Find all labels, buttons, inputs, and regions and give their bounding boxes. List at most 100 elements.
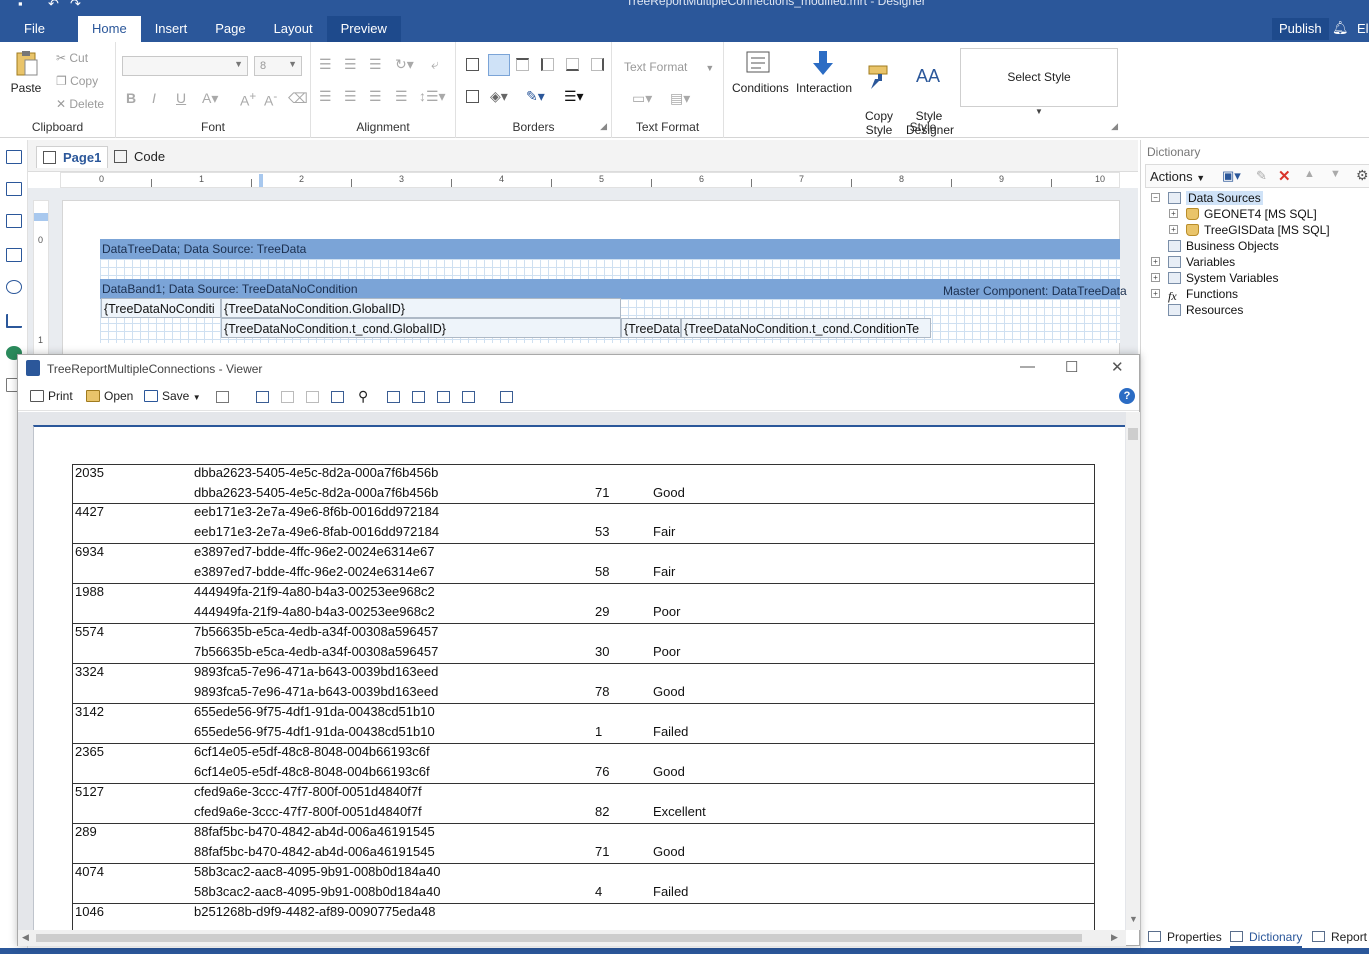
format-options-icon[interactable]: ▤▾ xyxy=(670,90,690,107)
scroll-thumb[interactable] xyxy=(1128,428,1138,440)
find-icon[interactable]: ⚲ xyxy=(358,388,368,405)
text-format-icon[interactable]: ▭▾ xyxy=(632,90,652,107)
shape-tool-icon[interactable] xyxy=(6,280,22,294)
copy-button[interactable]: ❐ Copy xyxy=(56,74,98,88)
menu-file[interactable]: File xyxy=(0,16,66,42)
tree-geonet[interactable]: + GEONET4 [MS SQL] xyxy=(1169,207,1317,221)
page-setup-icon[interactable] xyxy=(500,391,513,403)
tree-variables[interactable]: + Variables xyxy=(1151,255,1235,269)
tree-band-body[interactable] xyxy=(100,259,1120,279)
redo-icon[interactable]: ↷ xyxy=(70,0,81,12)
clear-format-icon[interactable]: ⌫ xyxy=(288,90,308,107)
tab-dictionary[interactable]: Dictionary xyxy=(1230,930,1303,948)
band-tool-icon[interactable] xyxy=(6,182,22,196)
field-treedata-1[interactable]: {TreeDataNoConditi xyxy=(101,298,221,318)
font-color-icon[interactable]: A▾ xyxy=(202,90,218,107)
bookmarks-icon[interactable] xyxy=(256,391,269,403)
menu-insert[interactable]: Insert xyxy=(141,16,202,42)
bold-icon[interactable]: B xyxy=(126,90,136,106)
parameters-icon[interactable] xyxy=(281,391,294,403)
border-sides-icon[interactable] xyxy=(466,90,479,103)
align-middle-icon[interactable]: ☰ xyxy=(344,56,357,73)
expand-icon[interactable]: + xyxy=(1169,209,1178,218)
undo-icon[interactable]: ↶ xyxy=(48,0,59,12)
font-size-combo[interactable]: 8 ▼ xyxy=(254,56,302,76)
word-wrap-icon[interactable]: ⤶ xyxy=(431,56,439,73)
scroll-right-icon[interactable]: ▶ xyxy=(1111,932,1118,943)
field-condition-text[interactable]: {TreeDataNoCondition.t_cond.ConditionTe xyxy=(681,318,931,338)
tab-page1[interactable]: Page1 xyxy=(36,146,108,168)
fill-color-icon[interactable]: ◈▾ xyxy=(490,88,508,105)
continuous-icon[interactable] xyxy=(437,391,450,403)
rotate-text-icon[interactable]: ↻▾ xyxy=(395,56,414,73)
menu-page[interactable]: Page xyxy=(201,16,259,42)
style-dialog-icon[interactable]: ◢ xyxy=(1111,121,1118,132)
new-item-icon[interactable]: ▣▾ xyxy=(1222,168,1241,184)
border-right-icon[interactable] xyxy=(591,58,604,71)
tree-resources[interactable]: Resources xyxy=(1168,303,1243,317)
tree-business-objects[interactable]: Business Objects xyxy=(1168,239,1279,253)
vertical-scrollbar[interactable]: ▼ xyxy=(1126,412,1140,930)
move-down-icon[interactable]: ▼ xyxy=(1330,168,1341,180)
align-bottom-icon[interactable]: ☰ xyxy=(369,56,382,73)
publish-button[interactable]: Publish xyxy=(1272,18,1329,40)
horizontal-scrollbar[interactable]: ◀ ▶ xyxy=(18,930,1126,946)
scroll-thumb[interactable] xyxy=(36,934,1082,942)
collapse-icon[interactable]: − xyxy=(1151,193,1160,202)
text-format-combo[interactable]: Text Format ▼ xyxy=(624,60,714,74)
edit-icon[interactable]: ✎ xyxy=(1256,168,1267,184)
border-style-icon[interactable]: ☰▾ xyxy=(564,88,584,105)
delete-button[interactable]: ✕ Delete xyxy=(56,97,104,111)
text-tool-icon[interactable] xyxy=(6,150,22,164)
conditions-button[interactable]: Conditions xyxy=(732,48,789,95)
print-button[interactable]: Print xyxy=(30,389,73,403)
font-name-combo[interactable]: ▼ xyxy=(122,56,248,76)
field-globalid[interactable]: {TreeDataNoCondition.GlobalID} xyxy=(221,298,621,318)
shrink-font-icon[interactable]: A- xyxy=(264,90,277,109)
border-left-icon[interactable] xyxy=(541,58,554,71)
cross-band-icon[interactable] xyxy=(6,248,22,262)
cut-button[interactable]: ✂ Cut xyxy=(56,51,88,65)
border-color-icon[interactable]: ✎▾ xyxy=(526,88,545,105)
actions-button[interactable]: Actions ▼ xyxy=(1150,169,1205,184)
open-button[interactable]: Open xyxy=(86,389,133,403)
expand-icon[interactable]: + xyxy=(1169,225,1178,234)
scroll-down-icon[interactable]: ▼ xyxy=(1129,914,1138,924)
close-icon[interactable]: ✕ xyxy=(1111,358,1124,376)
tree-treegis[interactable]: + TreeGISData [MS SQL] xyxy=(1169,223,1330,237)
tree-band-header[interactable]: DataTreeData; Data Source: TreeData xyxy=(100,239,1120,259)
align-center-icon[interactable]: ☰ xyxy=(344,88,357,105)
expand-icon[interactable]: + xyxy=(1151,273,1160,282)
delete-icon[interactable]: ✕ xyxy=(1278,167,1291,185)
multiple-pages-icon[interactable] xyxy=(462,391,475,403)
menu-layout[interactable]: Layout xyxy=(260,16,327,42)
minimize-icon[interactable]: — xyxy=(1020,358,1035,375)
send-email-icon[interactable] xyxy=(216,391,229,403)
help-icon[interactable]: ? xyxy=(1119,388,1135,404)
field-treedata-2[interactable]: {TreeData xyxy=(621,318,681,338)
paste-button[interactable]: Paste xyxy=(8,48,44,95)
select-style-box[interactable]: Select Style ▼ xyxy=(960,48,1118,116)
vruler-marker[interactable] xyxy=(34,213,48,221)
editor-icon[interactable] xyxy=(331,391,344,403)
align-left-icon[interactable]: ☰ xyxy=(319,88,332,105)
grow-font-icon[interactable]: A+ xyxy=(240,90,256,109)
save-button[interactable]: Save ▼ xyxy=(144,389,201,403)
border-all-icon[interactable] xyxy=(466,58,479,71)
save-icon[interactable]: ▪ xyxy=(18,0,23,11)
chart-tool-icon[interactable] xyxy=(6,314,22,328)
table-tool-icon[interactable] xyxy=(6,214,22,228)
border-top-icon[interactable] xyxy=(516,58,529,71)
underline-icon[interactable]: U xyxy=(176,90,186,106)
justify-icon[interactable]: ☰ xyxy=(395,88,408,105)
ruler-marker[interactable] xyxy=(259,174,263,187)
single-page-icon[interactable] xyxy=(412,391,425,403)
align-right-icon[interactable]: ☰ xyxy=(369,88,382,105)
expand-icon[interactable]: + xyxy=(1151,257,1160,266)
align-top-icon[interactable]: ☰ xyxy=(319,56,332,73)
menu-home[interactable]: Home xyxy=(78,16,141,42)
full-screen-icon[interactable] xyxy=(387,391,400,403)
bell-icon[interactable]: 🔔︎ xyxy=(1332,20,1349,36)
move-up-icon[interactable]: ▲ xyxy=(1304,168,1315,180)
tree-functions[interactable]: + fx Functions xyxy=(1151,287,1238,302)
